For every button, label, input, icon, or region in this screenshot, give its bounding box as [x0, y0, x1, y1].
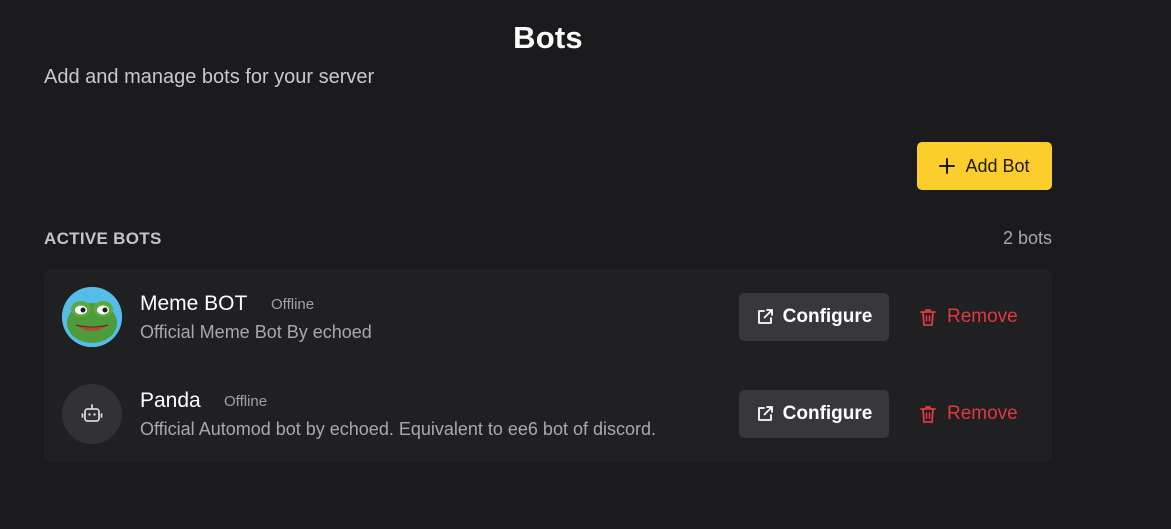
bots-page: Bots Add and manage bots for your server… [0, 0, 1171, 529]
bot-count: 2 bots [1002, 228, 1052, 248]
trash-icon [919, 404, 937, 424]
pepe-frog-avatar [62, 287, 122, 347]
bot-description: Official Meme Bot By echoed [140, 322, 372, 342]
bot-name: Meme BOT [140, 292, 248, 315]
list-item: Meme BOT Offline Official Meme Bot By ec… [44, 277, 1052, 357]
configure-label: Configure [782, 306, 873, 327]
list-item: Panda Offline Official Automod bot by ec… [44, 374, 1052, 454]
configure-label: Configure [782, 403, 873, 424]
bot-status: Offline [224, 393, 268, 410]
remove-label: Remove [947, 403, 1018, 424]
section-label: ACTIVE BOTS [44, 228, 162, 248]
bot-status: Offline [271, 296, 315, 313]
configure-button[interactable]: Configure [739, 293, 889, 341]
remove-label: Remove [947, 306, 1018, 327]
configure-button[interactable]: Configure [739, 390, 889, 438]
active-bots-list: Meme BOT Offline Official Meme Bot By ec… [44, 269, 1052, 462]
section-header: ACTIVE BOTS 2 bots [44, 228, 1052, 249]
robot-icon [80, 402, 104, 426]
page-title: Bots [513, 20, 583, 55]
page-subtitle: Add and manage bots for your server [44, 66, 375, 88]
add-bot-label: Add Bot [965, 155, 1030, 176]
trash-icon [919, 307, 937, 327]
add-bot-button[interactable]: Add Bot [917, 142, 1052, 190]
external-link-icon [756, 405, 774, 423]
remove-button[interactable]: Remove [919, 390, 1018, 438]
bot-avatar [62, 384, 122, 444]
bot-description: Official Automod bot by echoed. Equivale… [140, 419, 656, 439]
plus-icon [939, 158, 956, 174]
remove-button[interactable]: Remove [919, 293, 1018, 341]
external-link-icon [756, 308, 774, 326]
bot-name: Panda [140, 389, 201, 412]
